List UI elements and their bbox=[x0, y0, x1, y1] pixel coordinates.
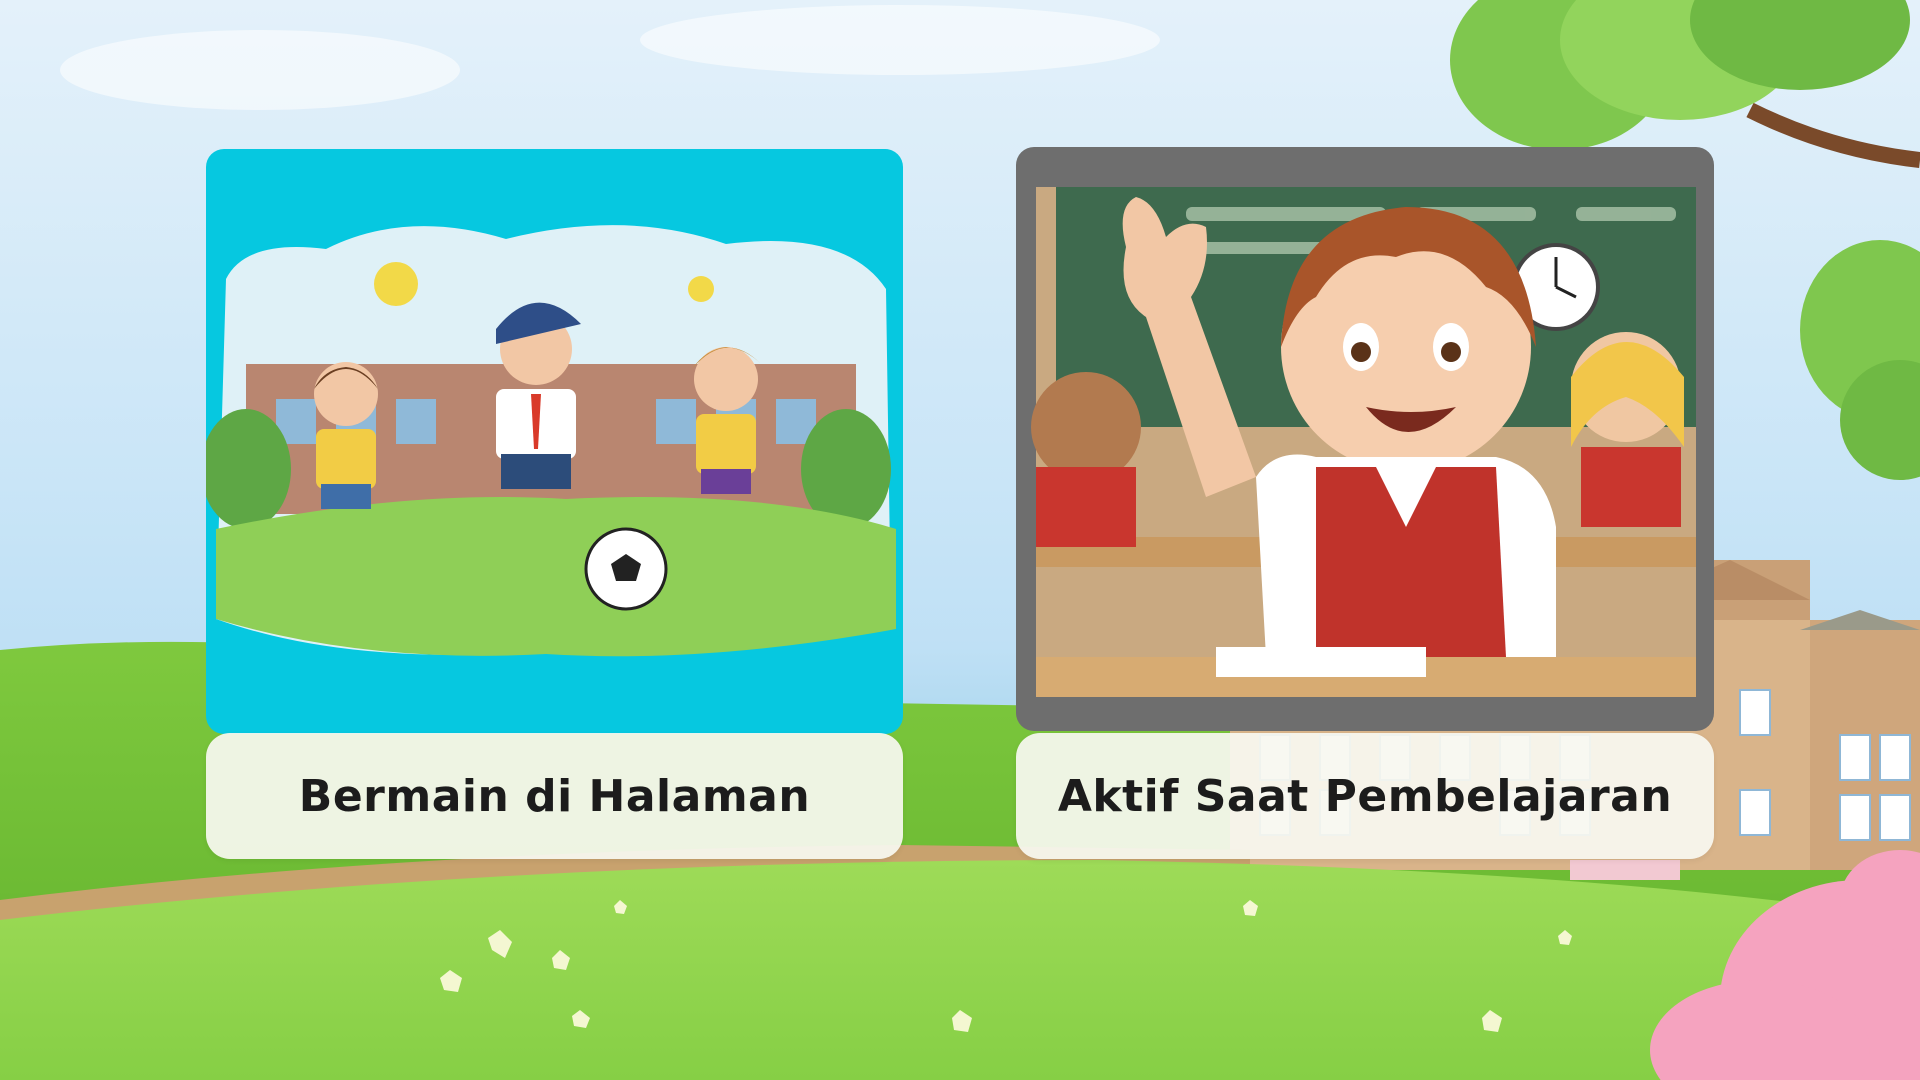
child-figure-icon bbox=[314, 362, 378, 509]
caption-playground: Bermain di Halaman bbox=[206, 733, 903, 859]
caption-text: Aktif Saat Pembelajaran bbox=[1057, 770, 1673, 822]
boy-raising-hand-classroom-illustration bbox=[1031, 187, 1696, 697]
playground-image bbox=[206, 149, 903, 734]
caption-text: Bermain di Halaman bbox=[298, 770, 811, 822]
kids-playing-soccer-illustration bbox=[206, 225, 896, 657]
caption-classroom: Aktif Saat Pembelajaran bbox=[1016, 733, 1714, 859]
classroom-image bbox=[1016, 147, 1714, 731]
soccer-ball-icon bbox=[584, 527, 668, 611]
slide-canvas: Bermain di Halaman Aktif Saat Pembelajar… bbox=[0, 0, 1920, 1080]
cloud-icon bbox=[60, 5, 1160, 110]
